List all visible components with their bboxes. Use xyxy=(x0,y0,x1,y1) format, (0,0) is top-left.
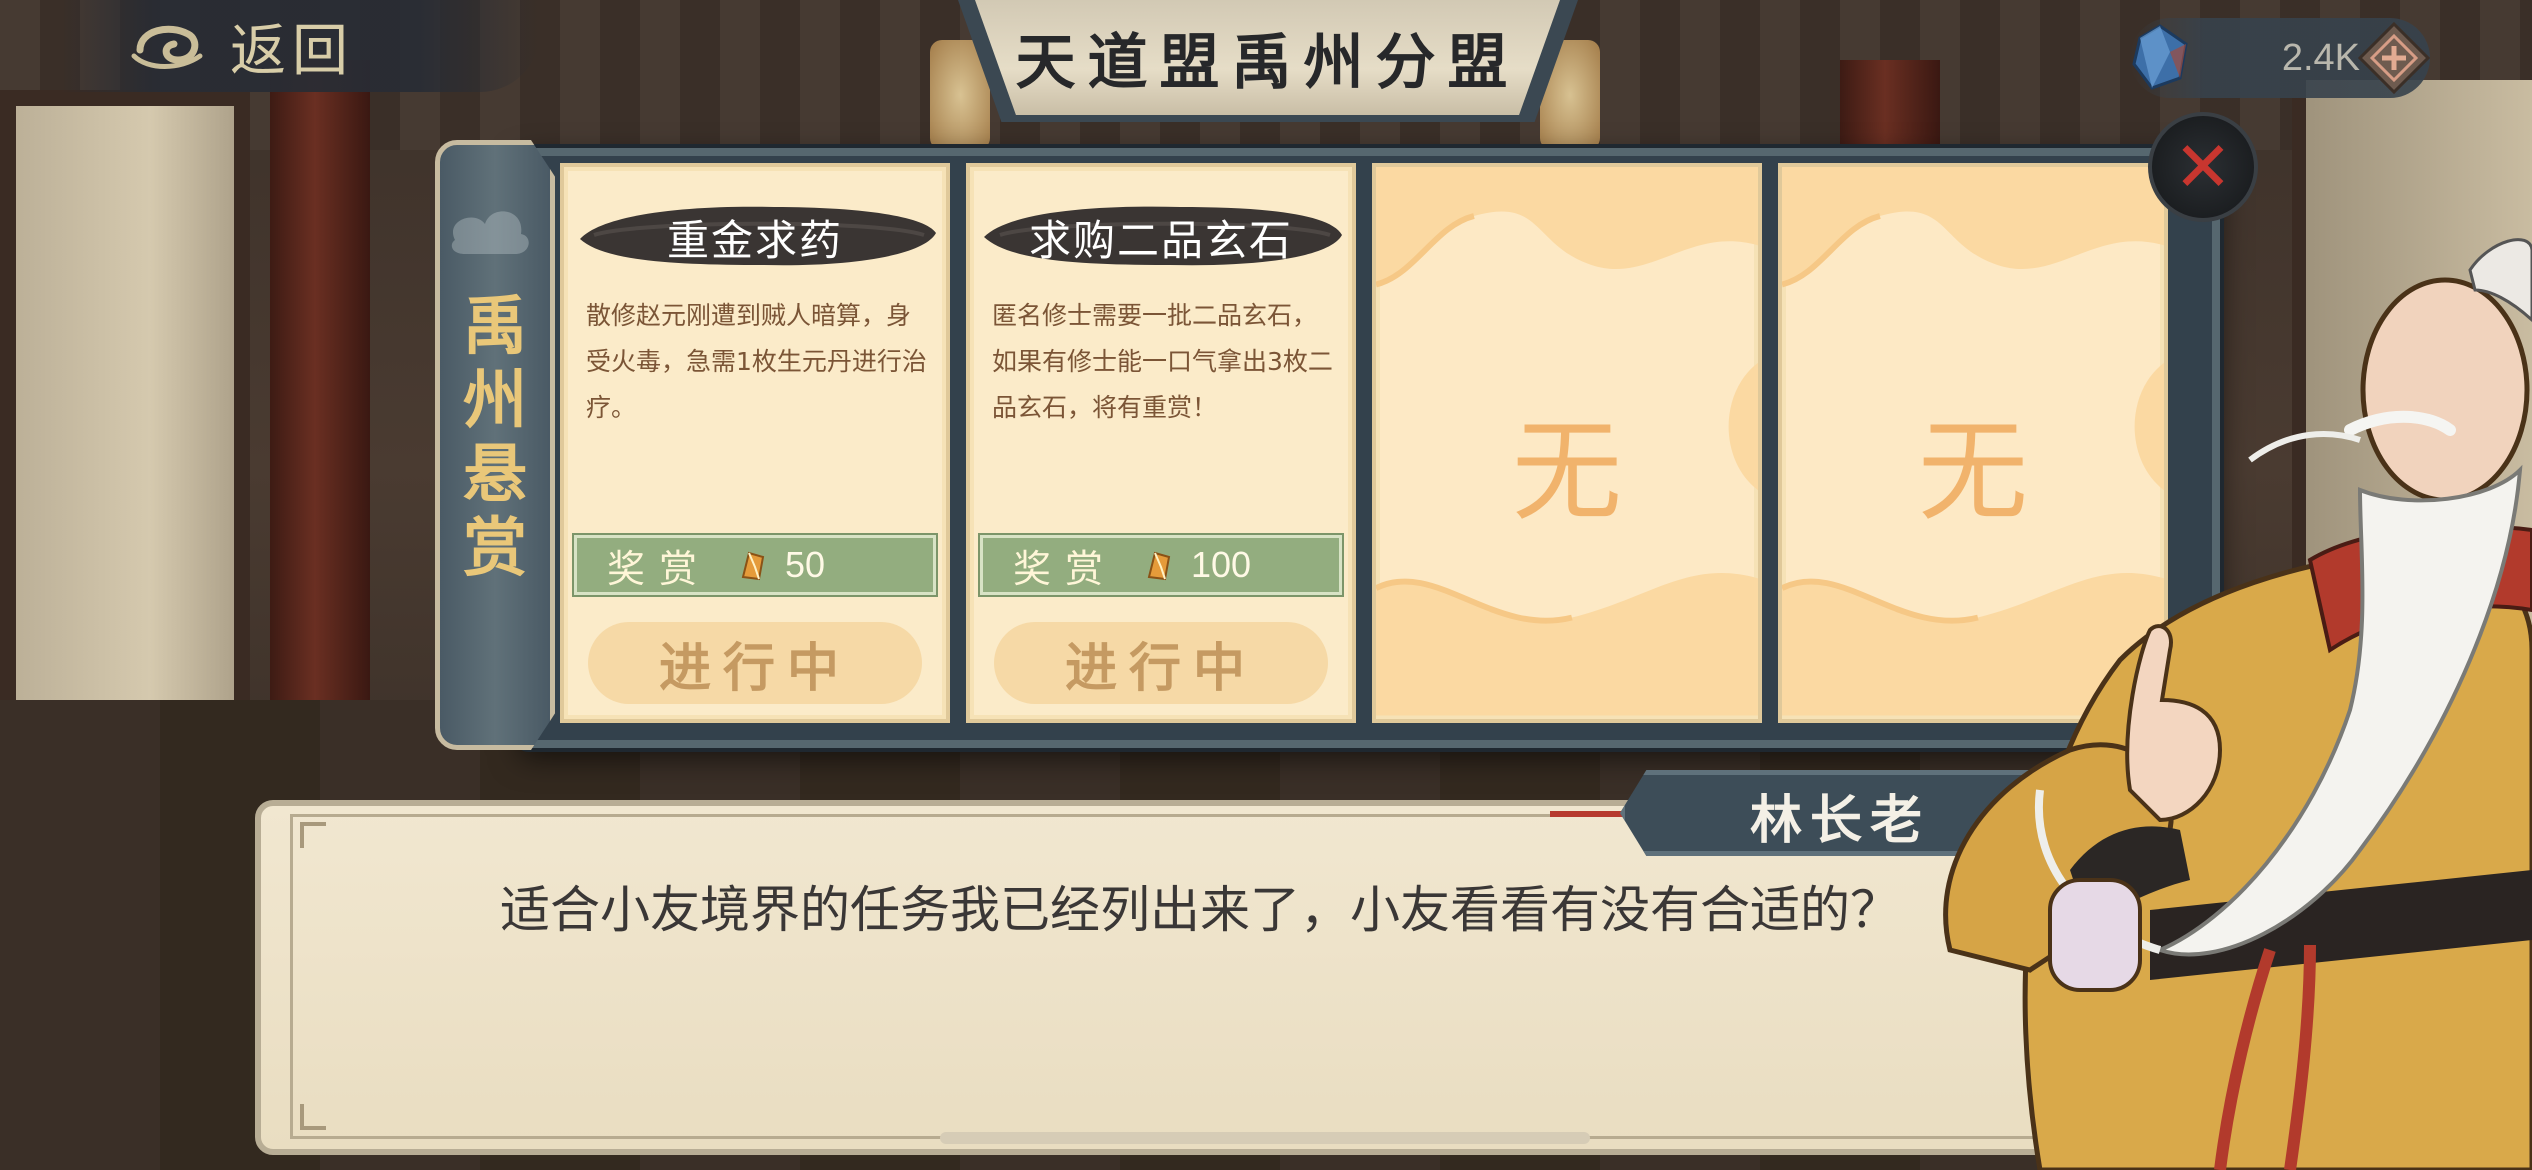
reward-bar: 奖赏 50 xyxy=(574,535,936,595)
spirit-stone-icon xyxy=(2130,24,2190,90)
spirit-stone-icon xyxy=(735,547,771,583)
cloud-ornament-icon xyxy=(451,211,529,254)
card-description: 散修赵元刚遭到贼人暗算，身受火毒，急需1枚生元丹进行治疗。 xyxy=(586,301,927,422)
back-label: 返回 xyxy=(230,18,354,84)
in-progress-button[interactable]: 进行中 xyxy=(994,622,1328,704)
card-description: 匿名修士需要一批二品玄石，如果有修士能一口气拿出3枚二品玄石，将有重赏！ xyxy=(992,301,1333,422)
add-diamond-icon[interactable] xyxy=(2357,21,2431,95)
bounty-card[interactable]: 重金求药 散修赵元刚遭到贼人暗算，身受火毒，急需1枚生元丹进行治疗。 奖赏 50… xyxy=(560,163,950,723)
dialog-progress-bar xyxy=(940,1132,1590,1144)
reward-bar: 奖赏 100 xyxy=(980,535,1342,595)
reward-value: 50 xyxy=(785,544,826,585)
currency-display: 2.4K xyxy=(2130,18,2431,98)
reward-label: 奖赏 xyxy=(607,546,712,591)
dialog-corner-ornament xyxy=(300,822,326,848)
empty-glyph: 无 xyxy=(1512,408,1622,536)
reward-value: 100 xyxy=(1191,544,1252,585)
dialog-text: 适合小友境界的任务我已经列出来了，小友看看有没有合适的？ xyxy=(500,881,1900,939)
bounty-card[interactable]: 求购二品玄石 匿名修士需要一批二品玄石，如果有修士能一口气拿出3枚二品玄石，将有… xyxy=(966,163,1356,723)
close-icon: ✕ xyxy=(2173,126,2233,208)
in-progress-button[interactable]: 进行中 xyxy=(588,622,922,704)
dialog-corner-ornament xyxy=(300,1104,326,1130)
close-button[interactable]: ✕ xyxy=(2148,112,2258,222)
empty-bounty-card: 无 xyxy=(1372,163,1762,723)
elder-portrait xyxy=(1943,238,2532,1170)
side-title: 禹州悬赏 xyxy=(463,289,527,586)
name-tag-line xyxy=(1550,811,1630,817)
card-title: 求购二品玄石 xyxy=(1028,216,1293,265)
cloud-swirl-icon xyxy=(130,16,210,76)
back-button[interactable]: 返回 xyxy=(60,0,540,92)
reward-label: 奖赏 xyxy=(1013,546,1118,591)
currency-value: 2.4K xyxy=(2281,36,2360,79)
page-title: 天道盟禹州分盟 xyxy=(1015,28,1520,98)
card-title: 重金求药 xyxy=(666,216,843,265)
spirit-stone-icon xyxy=(1141,547,1177,583)
title-banner: 天道盟禹州分盟 xyxy=(975,0,1560,115)
